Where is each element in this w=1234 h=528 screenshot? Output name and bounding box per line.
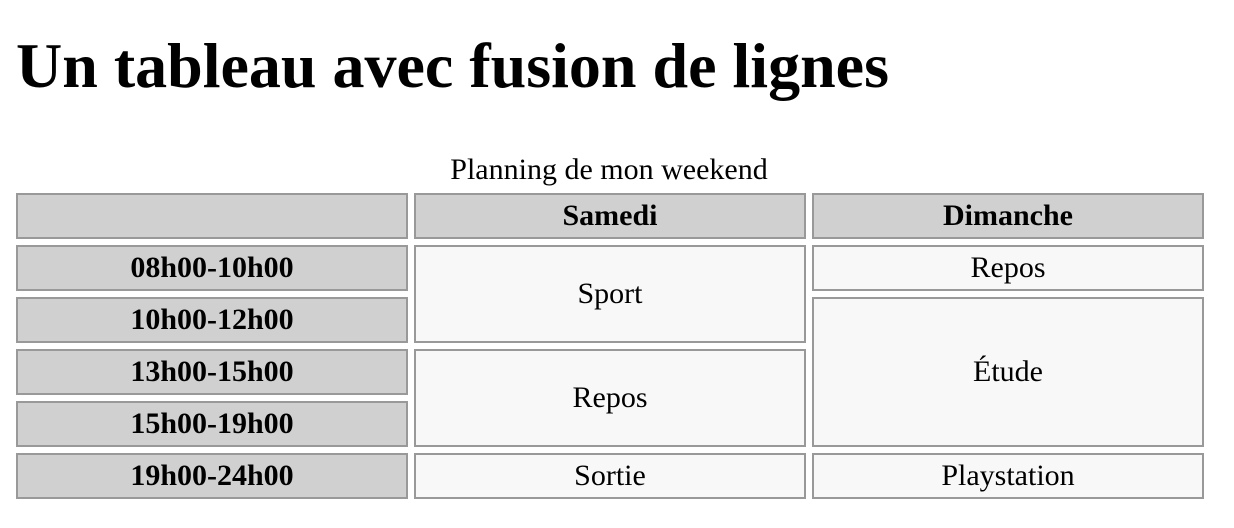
samedi-repos-cell: Repos	[414, 349, 806, 447]
table-row: 19h00-24h00 Sortie Playstation	[16, 453, 1204, 499]
table-row: 08h00-10h00 Sport Repos	[16, 245, 1204, 343]
page-title: Un tableau avec fusion de lignes	[16, 30, 889, 101]
time-slot-header: 15h00-19h00	[16, 401, 408, 447]
time-slot-header: 10h00-12h00	[16, 297, 408, 343]
time-slot-header: 19h00-24h00	[16, 453, 408, 499]
dimanche-playstation-cell: Playstation	[812, 453, 1204, 499]
samedi-sortie-cell: Sortie	[414, 453, 806, 499]
header-corner-cell	[16, 193, 408, 239]
table-caption: Planning de mon weekend	[450, 153, 768, 186]
header-samedi: Samedi	[414, 193, 806, 239]
header-dimanche: Dimanche	[812, 193, 1204, 239]
samedi-sport-cell: Sport	[414, 245, 806, 343]
dimanche-repos-cell: Repos	[812, 245, 1204, 291]
dimanche-etude-cell: Étude	[812, 297, 1204, 447]
time-slot-header: 08h00-10h00	[16, 245, 408, 291]
weekend-schedule-table: Samedi Dimanche 08h00-10h00 Sport Repos …	[10, 187, 1210, 505]
table-header-row: Samedi Dimanche	[16, 193, 1204, 239]
time-slot-header: 13h00-15h00	[16, 349, 408, 395]
